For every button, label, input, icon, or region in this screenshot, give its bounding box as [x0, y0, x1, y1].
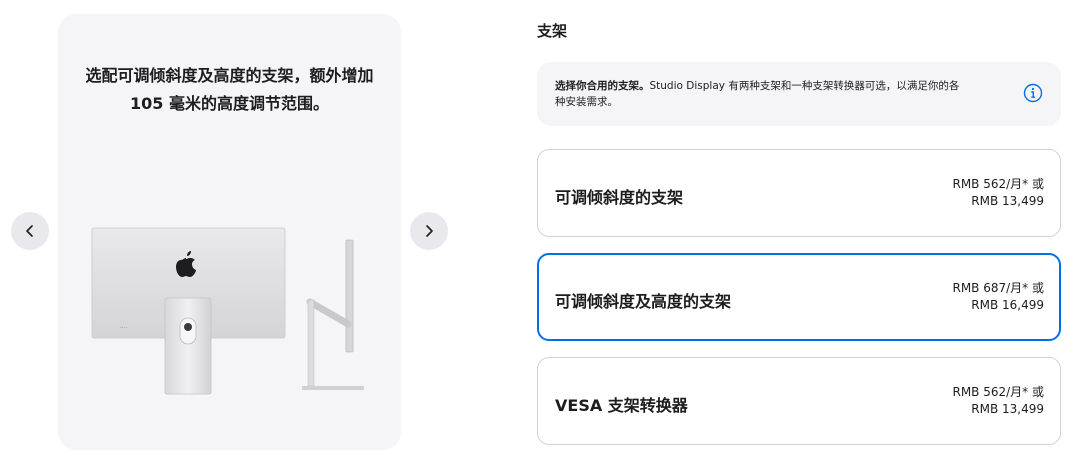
info-body-text-line-2: 种安装需求。	[555, 96, 618, 108]
info-banner: 选择你合用的支架。Studio Display 有两种支架和一种支架转换器可选，…	[537, 62, 1061, 126]
option-vesa-adapter[interactable]: VESA 支架转换器 RMB 562/月* 或 RMB 13,499	[537, 357, 1061, 445]
option-title: 可调倾斜度的支架	[555, 188, 684, 207]
studio-display-stand-image: ····	[91, 227, 364, 395]
option-title: 可调倾斜度及高度的支架	[555, 292, 732, 311]
option-price-full: RMB 13,499	[971, 402, 1044, 416]
option-tilt-height-stand[interactable]: 可调倾斜度及高度的支架 RMB 687/月* 或 RMB 16,499	[537, 253, 1061, 341]
option-price-full: RMB 16,499	[971, 298, 1044, 312]
info-text: 选择你合用的支架。Studio Display 有两种支架和一种支架转换器可选，…	[555, 78, 1015, 110]
gallery-next-button[interactable]	[410, 212, 448, 250]
svg-text:····: ····	[120, 325, 128, 332]
info-icon[interactable]	[1023, 83, 1043, 103]
option-price: RMB 562/月* 或 RMB 13,499	[952, 384, 1044, 418]
gallery-caption-line-1: 选配可调倾斜度及高度的支架，额外增加	[85, 66, 374, 85]
option-title: VESA 支架转换器	[555, 396, 688, 415]
option-price-monthly: RMB 562/月* 或	[952, 177, 1044, 191]
info-body-text: Studio Display 有两种支架和一种支架转换器可选，以满足你的各	[649, 80, 960, 92]
gallery-prev-button[interactable]	[11, 212, 49, 250]
option-price-full: RMB 13,499	[971, 194, 1044, 208]
option-price-monthly: RMB 687/月* 或	[952, 281, 1044, 295]
option-price-monthly: RMB 562/月* 或	[952, 385, 1044, 399]
section-title: 支架	[537, 22, 568, 40]
chevron-right-icon	[426, 225, 433, 237]
gallery-caption: 选配可调倾斜度及高度的支架，额外增加 105 毫米的高度调节范围。	[58, 62, 401, 118]
info-bold-text: 选择你合用的支架。	[555, 80, 650, 92]
option-tilt-stand[interactable]: 可调倾斜度的支架 RMB 562/月* 或 RMB 13,499	[537, 149, 1061, 237]
option-price: RMB 562/月* 或 RMB 13,499	[952, 176, 1044, 210]
option-price: RMB 687/月* 或 RMB 16,499	[952, 280, 1044, 314]
chevron-left-icon	[26, 225, 33, 237]
gallery-caption-line-2: 105 毫米的高度调节范围。	[130, 94, 329, 113]
